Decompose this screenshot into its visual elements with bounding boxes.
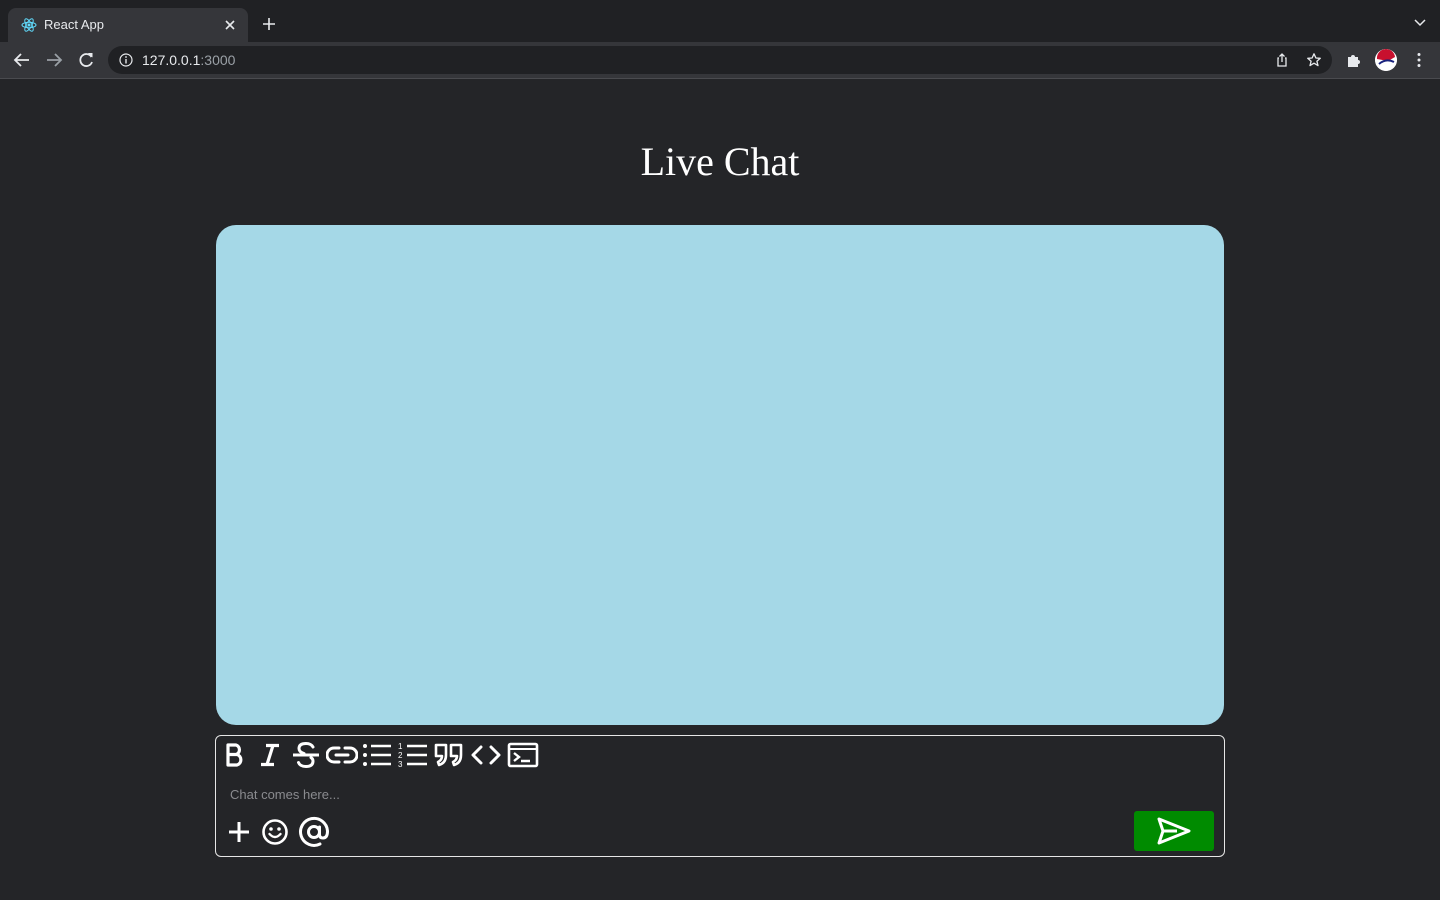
code-icon — [471, 745, 501, 765]
send-icon — [1157, 817, 1191, 845]
chat-message-input[interactable] — [228, 784, 1132, 804]
new-tab-icon[interactable] — [261, 16, 277, 32]
message-composer: 1 2 3 — [215, 735, 1225, 857]
code-block-icon — [507, 742, 539, 768]
italic-icon — [261, 743, 279, 767]
bookmark-star-icon[interactable] — [1306, 52, 1322, 68]
bold-icon — [226, 743, 243, 767]
quote-button[interactable] — [434, 741, 464, 769]
chat-messages-area[interactable] — [216, 225, 1224, 725]
tab-search-chevron-icon[interactable] — [1414, 18, 1426, 28]
svg-text:1: 1 — [398, 742, 403, 751]
numbered-list-icon: 1 2 3 — [398, 742, 427, 769]
link-button[interactable] — [326, 741, 358, 769]
italic-button[interactable] — [258, 741, 282, 769]
emoji-button[interactable] — [261, 817, 289, 847]
extensions-puzzle-icon[interactable] — [1345, 51, 1363, 69]
site-info-icon[interactable] — [119, 53, 133, 67]
send-button[interactable] — [1134, 811, 1214, 851]
code-button[interactable] — [470, 741, 502, 769]
attach-button[interactable] — [226, 817, 252, 847]
browser-tab-strip: React App — [0, 0, 1440, 42]
numbered-list-button[interactable]: 1 2 3 — [398, 741, 428, 769]
avatar-image-icon — [1375, 49, 1397, 71]
browser-toolbar: 127.0.0.1:3000 — [0, 42, 1440, 79]
mention-button[interactable] — [298, 816, 330, 847]
browser-tab[interactable]: React App — [8, 8, 248, 42]
share-icon[interactable] — [1274, 52, 1290, 68]
more-menu-icon[interactable] — [1410, 51, 1428, 69]
page-title: Live Chat — [640, 139, 800, 184]
plus-icon — [229, 822, 249, 842]
quote-icon — [434, 743, 463, 767]
profile-avatar[interactable] — [1375, 49, 1397, 71]
svg-text:3: 3 — [398, 760, 403, 769]
code-block-button[interactable] — [507, 741, 539, 769]
reload-icon[interactable] — [77, 51, 95, 69]
strikethrough-icon — [293, 741, 319, 769]
url-text: 127.0.0.1:3000 — [142, 52, 235, 68]
forward-arrow-icon[interactable] — [45, 51, 63, 69]
link-icon — [326, 746, 358, 764]
url-port: :3000 — [200, 52, 236, 68]
url-host: 127.0.0.1 — [142, 52, 201, 68]
bold-button[interactable] — [224, 741, 246, 769]
back-arrow-icon[interactable] — [13, 51, 31, 69]
emoji-icon — [262, 819, 288, 845]
svg-text:2: 2 — [398, 751, 403, 760]
address-bar[interactable]: 127.0.0.1:3000 — [108, 46, 1332, 74]
bullet-list-button[interactable] — [362, 741, 392, 769]
bullet-list-icon — [363, 744, 391, 766]
tab-title: React App — [44, 17, 104, 32]
mention-icon — [299, 816, 330, 847]
strikethrough-button[interactable] — [291, 741, 321, 769]
react-logo-icon — [21, 18, 37, 32]
close-tab-icon[interactable] — [222, 17, 238, 33]
